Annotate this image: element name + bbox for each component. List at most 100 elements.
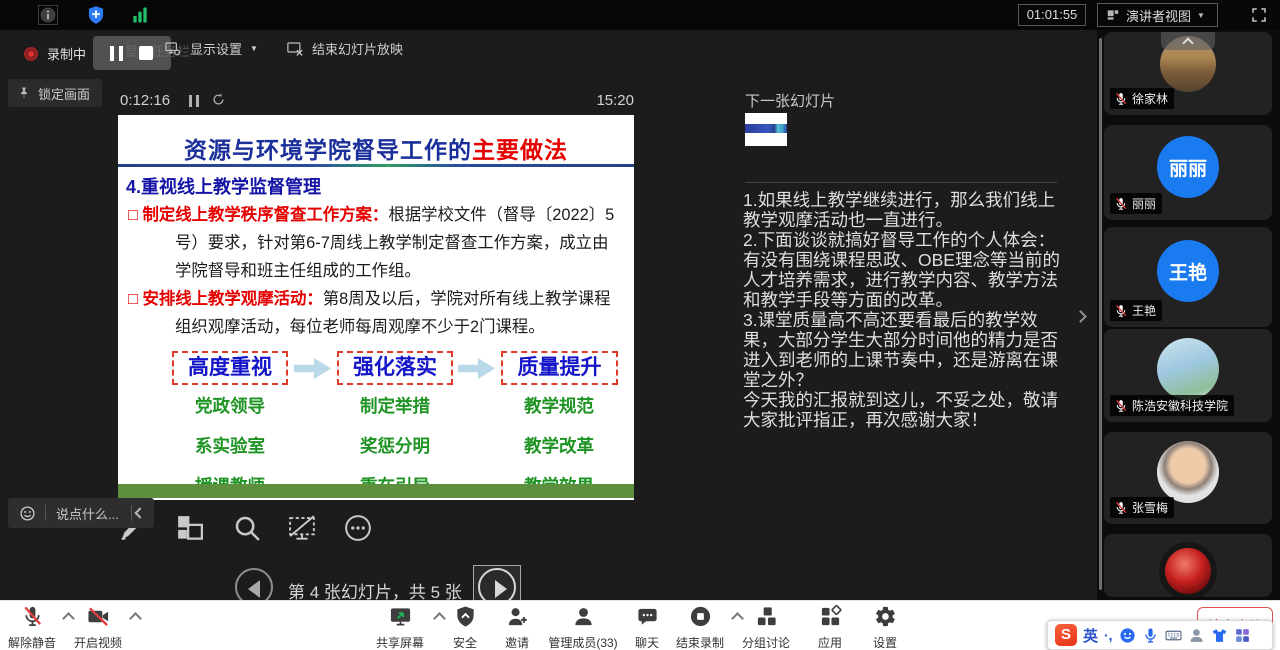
participant-name: 张雪梅 [1132, 499, 1168, 516]
invite-person-icon [506, 605, 529, 628]
participant-tile[interactable]: 陈浩安徽科技学院 [1104, 329, 1272, 422]
presenter-layout-icon [1106, 8, 1120, 22]
display-settings-label: 显示设置 [190, 39, 242, 58]
participant-tile[interactable]: 徐家林 [1104, 32, 1272, 115]
current-slide[interactable]: 资源与环境学院督导工作的主要做法 4.重视线上教学监督管理 □ 制定线上教学秩序… [118, 115, 634, 500]
ime-voice-icon[interactable] [1142, 627, 1159, 644]
avatar [1157, 338, 1219, 400]
flow-arrow-icon [458, 358, 495, 379]
timer-pause-button[interactable] [189, 95, 199, 107]
flow-item: 奖惩分明 [337, 433, 453, 458]
clock-time: 15:20 [574, 92, 634, 109]
panel-expand-icon[interactable] [1074, 310, 1087, 323]
slide-bullet-2: □ 安排线上教学观摩活动：第8周及以后，学院对所有线上教学课程组织观摩活动，每位… [128, 285, 624, 341]
end-slideshow-button[interactable]: 结束幻灯片放映 [286, 39, 403, 58]
bullet-2-label: □ 安排线上教学观摩活动： [128, 290, 323, 308]
ime-emoji-icon[interactable] [1119, 627, 1136, 644]
display-settings-button[interactable]: 显示设置 ▼ [164, 39, 258, 58]
sogou-logo-icon[interactable]: S [1055, 624, 1077, 646]
meeting-window: 01:01:55 演讲者视图 ▼ 显示任务栏 录制中 显示设置 ▼ 结束幻灯片放… [0, 0, 1280, 650]
settings-button[interactable]: 设置 [837, 605, 933, 650]
timer-reset-button[interactable] [211, 92, 226, 107]
next-slide-thumbnail[interactable] [745, 113, 787, 146]
participant-tile[interactable]: 王艳 王艳 [1104, 227, 1272, 327]
elapsed-timer: 0:12:16 [120, 92, 170, 109]
muted-mic-icon [1114, 399, 1128, 413]
flow-box-3: 质量提升 [501, 351, 618, 385]
participant-name-badge: 徐家林 [1110, 88, 1174, 109]
flow-box-1: 高度重视 [172, 351, 288, 385]
end-slideshow-icon [286, 40, 304, 58]
participant-name: 王艳 [1132, 302, 1156, 319]
ime-keyboard-icon[interactable] [1165, 627, 1182, 644]
divider [131, 505, 132, 521]
slide-title-divider [118, 164, 634, 167]
zoom-slide-button[interactable] [232, 513, 262, 543]
stop-record-icon [689, 605, 712, 628]
flow-item: 教学规范 [501, 393, 617, 418]
participant-name-badge: 陈浩安徽科技学院 [1110, 395, 1234, 416]
ime-punctuation-toggle[interactable]: ·, [1104, 627, 1113, 643]
slide-footer-bar [118, 484, 634, 498]
chevron-down-icon: ▼ [1197, 11, 1205, 20]
participants-scrollbar[interactable] [1099, 38, 1102, 590]
breakout-squares-icon [755, 605, 778, 628]
slide-title-blue: 资源与环境学院督导工作的 [184, 137, 472, 163]
ime-account-icon[interactable] [1188, 627, 1205, 644]
presenter-stage: 显示任务栏 录制中 显示设置 ▼ 结束幻灯片放映 锁定画面 0:12:16 15… [0, 30, 1097, 600]
recording-indicator: 录制中 [24, 44, 86, 63]
chevron-down-icon: ▼ [250, 44, 258, 53]
start-video-label: 开启视频 [50, 634, 146, 650]
end-slideshow-label: 结束幻灯片放映 [312, 39, 403, 58]
view-mode-label: 演讲者视图 [1126, 6, 1191, 25]
members-icon [572, 605, 595, 628]
lock-screen-button[interactable]: 锁定画面 [8, 79, 102, 107]
slide-heading: 4.重视线上教学监督管理 [126, 173, 321, 199]
flow-item: 党政领导 [172, 393, 288, 418]
triangle-right-icon [495, 580, 507, 598]
chat-input[interactable]: 说点什么... [46, 504, 131, 523]
fullscreen-icon[interactable] [1250, 6, 1268, 24]
protection-shield-icon[interactable] [86, 5, 106, 25]
ime-toolbar: S 英 ·, [1047, 620, 1273, 650]
ime-skin-icon[interactable] [1211, 627, 1228, 644]
settings-label: 设置 [837, 634, 933, 650]
slide-bullet-1: □ 制定线上教学秩序督查工作方案：根据学校文件（督导〔2022〕5号）要求，针对… [128, 201, 624, 285]
recording-label: 录制中 [47, 44, 86, 63]
chat-quick-bar: 说点什么... [8, 498, 154, 528]
participant-name-badge: 丽丽 [1110, 193, 1162, 214]
ime-toolbox-icon[interactable] [1234, 627, 1251, 644]
share-screen-icon [389, 605, 412, 628]
participant-tile[interactable]: 丽丽 丽丽 [1104, 125, 1272, 220]
gear-icon [874, 605, 897, 628]
avatar: 王艳 [1157, 240, 1219, 302]
participant-tile[interactable]: 张雪梅 [1104, 432, 1272, 524]
info-tray-icon[interactable] [38, 5, 58, 25]
avatar [1159, 542, 1217, 597]
participant-name: 陈浩安徽科技学院 [1132, 397, 1228, 414]
avatar [1157, 441, 1219, 503]
ime-language-toggle[interactable]: 英 [1083, 625, 1098, 646]
meeting-duration: 01:01:55 [1018, 4, 1086, 26]
all-slides-button[interactable] [175, 513, 205, 543]
network-signal-icon[interactable] [130, 5, 150, 25]
muted-mic-icon [1114, 92, 1128, 106]
more-options-button[interactable] [343, 513, 373, 543]
view-mode-dropdown[interactable]: 演讲者视图 ▼ [1097, 3, 1218, 27]
start-video-button[interactable]: 开启视频 [50, 605, 146, 650]
participant-name-badge: 张雪梅 [1110, 497, 1174, 518]
flow-item: 制定举措 [337, 393, 453, 418]
participant-name-badge: 王艳 [1110, 300, 1162, 321]
pin-icon [17, 86, 31, 100]
stop-recording-square-button[interactable] [139, 46, 153, 60]
emoji-icon[interactable] [19, 505, 36, 522]
pause-recording-button[interactable] [110, 46, 123, 61]
black-screen-button[interactable] [287, 513, 317, 543]
collapse-left-icon[interactable] [134, 507, 145, 518]
participant-tile[interactable] [1104, 534, 1272, 597]
collapse-videos-button[interactable] [1161, 32, 1215, 50]
flow-item: 系实验室 [172, 433, 288, 458]
lock-screen-label: 锁定画面 [38, 84, 90, 103]
flow-diagram: 高度重视 强化落实 质量提升 [118, 351, 634, 387]
record-dot-icon [24, 47, 38, 61]
